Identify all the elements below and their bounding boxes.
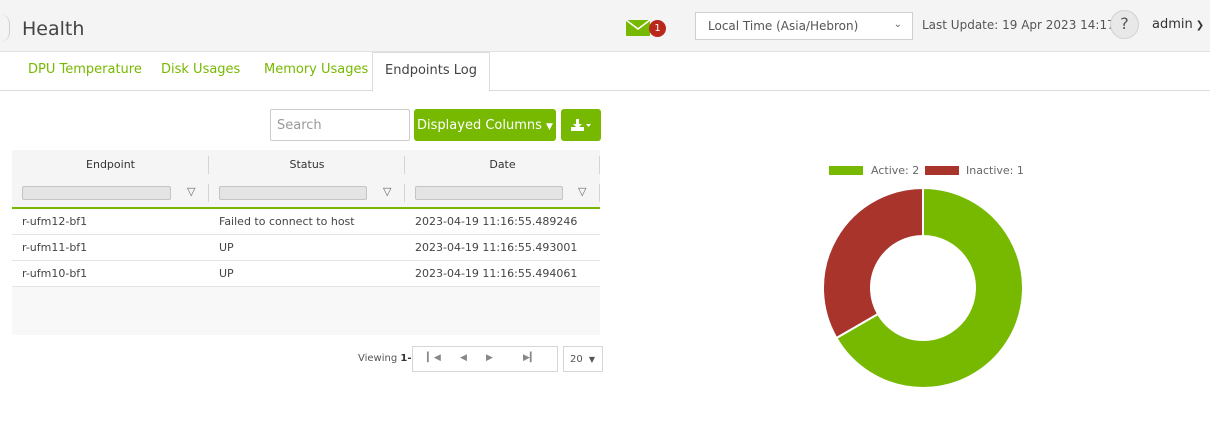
timezone-select[interactable]: Local Time (Asia/Hebron) ⌄ — [695, 12, 913, 40]
chevron-down-icon: ⌄ — [893, 19, 902, 30]
health-tabs: DPU Temperature Disk Usages Memory Usage… — [0, 52, 1210, 92]
user-menu[interactable]: admin ❯ — [1152, 17, 1204, 32]
pager-viewing-label: Viewing — [358, 353, 398, 364]
table-empty-area — [12, 287, 600, 335]
prev-page-icon[interactable]: ◀ — [460, 353, 467, 363]
column-header-endpoint[interactable]: Endpoint — [12, 158, 209, 171]
search-input[interactable] — [270, 109, 410, 141]
first-page-icon[interactable]: ▎◀ — [427, 353, 441, 363]
tab-disk-usages[interactable]: Disk Usages — [161, 62, 240, 77]
page-title: Health — [22, 18, 85, 40]
status-donut-chart — [822, 186, 1024, 389]
endpoint-filter-input[interactable] — [22, 186, 171, 200]
next-page-icon[interactable]: ▶ — [486, 353, 493, 363]
status-cell: UP — [219, 241, 234, 254]
endpoint-cell: r-ufm11-bf1 — [22, 241, 88, 254]
legend-swatch-active — [829, 166, 863, 175]
donut-slice-inactive[interactable] — [822, 186, 924, 340]
endpoints-table: Endpoint Status Date ▽ ▽ ▽ r-ufm12-bf1 F… — [12, 150, 600, 335]
column-divider — [208, 184, 209, 202]
tab-memory-usages[interactable]: Memory Usages — [264, 62, 368, 77]
status-cell: Failed to connect to host — [219, 215, 355, 228]
legend-label-inactive[interactable]: Inactive: 1 — [966, 164, 1024, 177]
download-icon — [571, 119, 591, 131]
endpoint-cell: r-ufm10-bf1 — [22, 267, 88, 280]
filter-icon[interactable]: ▽ — [578, 185, 586, 198]
table-row[interactable]: r-ufm11-bf1 UP 2023-04-19 11:16:55.49300… — [12, 235, 600, 261]
mail-icon — [625, 19, 651, 36]
legend-swatch-inactive — [925, 166, 959, 175]
sidebar-toggle[interactable] — [0, 14, 10, 42]
status-filter-input[interactable] — [219, 186, 367, 200]
column-header-date[interactable]: Date — [405, 158, 600, 171]
last-update-label: Last Update: 19 Apr 2023 14:17 — [922, 18, 1115, 32]
date-cell: 2023-04-19 11:16:55.494061 — [415, 267, 578, 280]
notification-badge: 1 — [649, 20, 666, 37]
download-button[interactable] — [561, 109, 601, 141]
tab-dpu-temperature[interactable]: DPU Temperature — [28, 62, 142, 77]
displayed-columns-button[interactable]: Displayed Columns ▼ — [414, 109, 556, 141]
table-row[interactable]: r-ufm12-bf1 Failed to connect to host 20… — [12, 209, 600, 235]
column-header-status[interactable]: Status — [209, 158, 405, 171]
page-size-select[interactable]: 20 ▼ — [563, 346, 603, 372]
legend-label-active[interactable]: Active: 2 — [871, 164, 919, 177]
help-button[interactable]: ? — [1110, 10, 1139, 39]
status-cell: UP — [219, 267, 234, 280]
user-name: admin — [1152, 17, 1193, 32]
caret-down-icon: ▼ — [546, 121, 553, 132]
app-header: Health 1 Local Time (Asia/Hebron) ⌄ Last… — [0, 0, 1210, 52]
chevron-down-icon: ▼ — [588, 355, 596, 364]
table-header: Endpoint Status Date — [12, 150, 600, 178]
timezone-value: Local Time (Asia/Hebron) — [708, 19, 859, 33]
pager-nav: ▎◀ ◀ ▶ ▶▎ — [412, 346, 558, 372]
tab-endpoints-log[interactable]: Endpoints Log — [372, 52, 490, 92]
filter-icon[interactable]: ▽ — [383, 185, 391, 198]
pagination: Viewing 1-3 of 3 ▎◀ ◀ ▶ ▶▎ 20 ▼ — [300, 346, 603, 372]
column-divider — [404, 184, 405, 202]
displayed-columns-label: Displayed Columns — [417, 117, 542, 133]
notifications-button[interactable]: 1 — [625, 16, 669, 38]
date-cell: 2023-04-19 11:16:55.493001 — [415, 241, 578, 254]
date-cell: 2023-04-19 11:16:55.489246 — [415, 215, 578, 228]
chevron-down-icon: ❯ — [1195, 20, 1205, 31]
filter-icon[interactable]: ▽ — [187, 185, 195, 198]
column-divider — [599, 184, 600, 202]
page-size-value: 20 — [570, 354, 583, 365]
column-divider[interactable] — [599, 156, 600, 174]
last-page-icon[interactable]: ▶▎ — [523, 353, 537, 363]
filter-row: ▽ ▽ ▽ — [12, 178, 600, 209]
endpoint-cell: r-ufm12-bf1 — [22, 215, 88, 228]
table-row[interactable]: r-ufm10-bf1 UP 2023-04-19 11:16:55.49406… — [12, 261, 600, 287]
date-filter-input[interactable] — [415, 186, 563, 200]
